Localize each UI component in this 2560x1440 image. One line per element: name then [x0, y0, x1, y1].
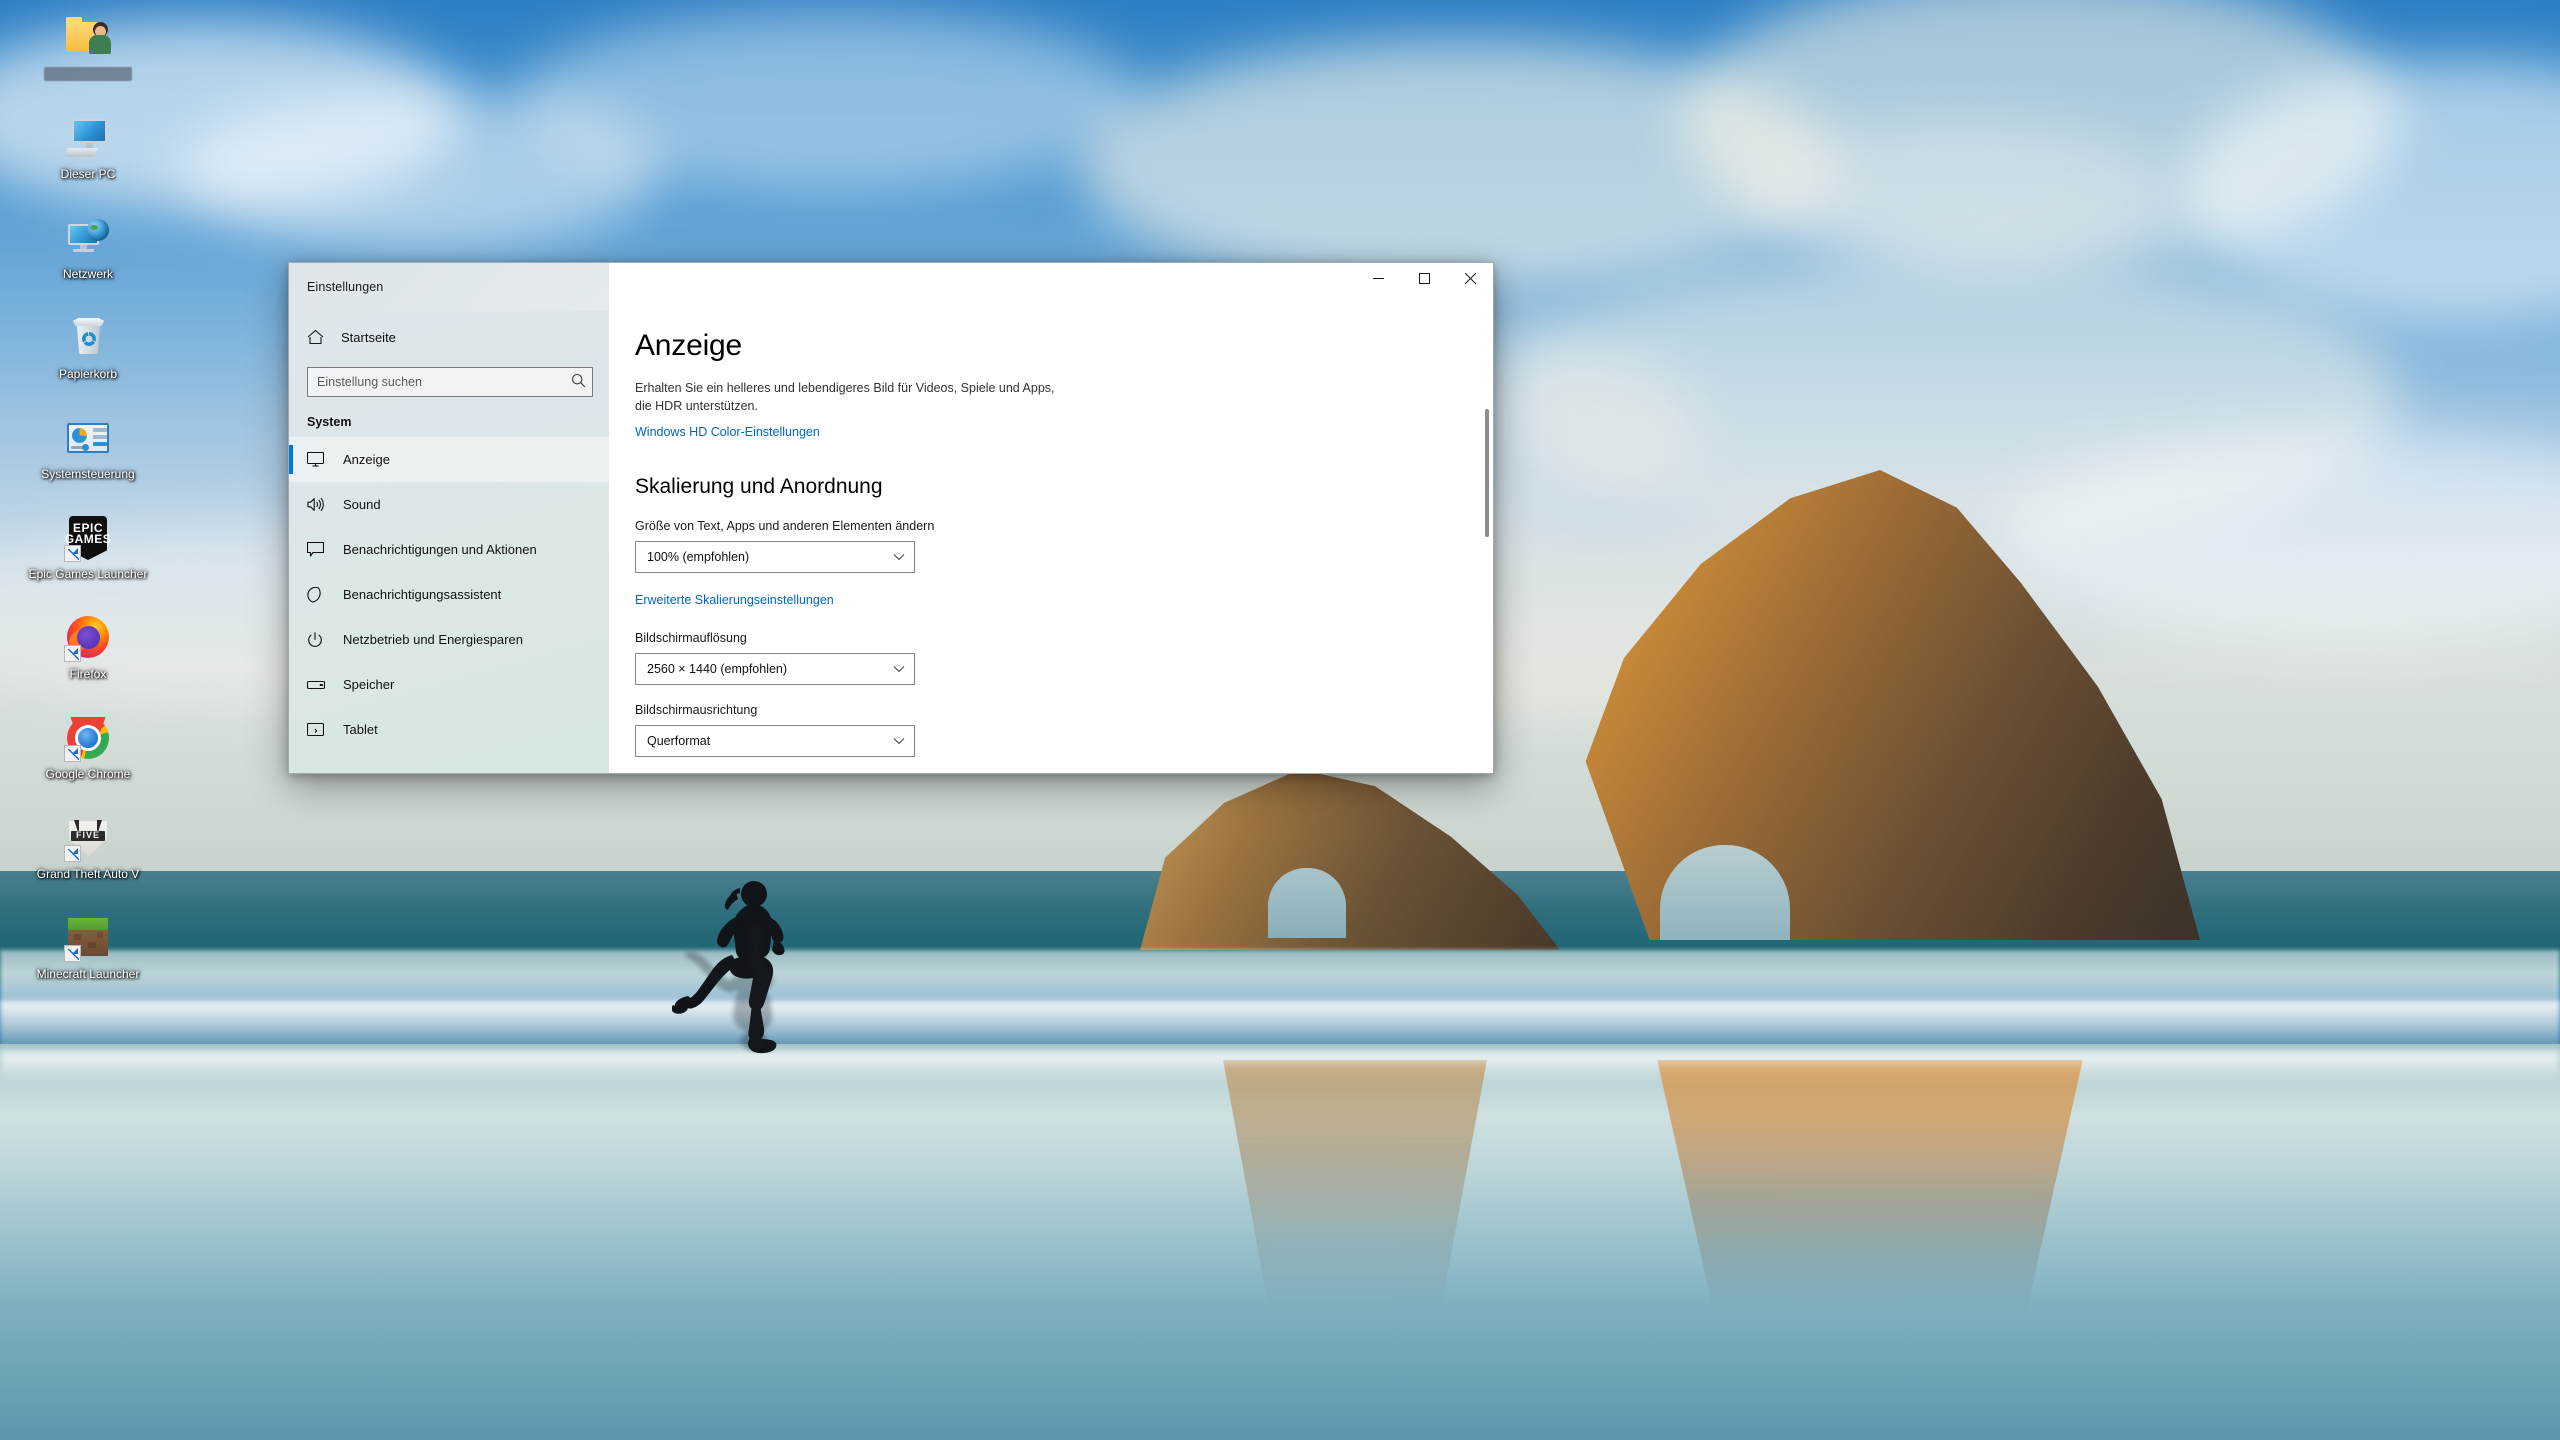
network-icon	[64, 214, 112, 262]
scaling-section-heading: Skalierung und Anordnung	[635, 475, 883, 498]
sidebar-item-label: Netzbetrieb und Energiesparen	[343, 632, 523, 647]
desktop-icon-google-chrome[interactable]: Google Chrome	[22, 708, 154, 808]
maximize-button[interactable]	[1401, 263, 1447, 294]
sidebar-item-anzeige[interactable]: Anzeige	[289, 437, 609, 482]
advanced-scaling-settings-link[interactable]: Erweiterte Skalierungseinstellungen	[635, 593, 834, 607]
home-icon	[307, 329, 337, 345]
sidebar-item-label: Speicher	[343, 677, 395, 692]
sidebar-item-label: Startseite	[341, 329, 396, 345]
desktop-icon-label: Epic Games Launcher	[28, 567, 148, 581]
orientation-value: Querformat	[647, 734, 711, 748]
power-icon	[307, 631, 339, 648]
close-button[interactable]	[1447, 263, 1493, 294]
desktop-icon-label: Firefox	[69, 667, 107, 681]
desktop-icon-label: Systemsteuerung	[41, 467, 135, 481]
desktop-icon-firefox[interactable]: Firefox	[22, 608, 154, 708]
desktop: Dieser PC Netzwerk Papierkorb Systemsteu…	[0, 0, 2560, 1440]
window-controls	[609, 263, 1493, 311]
sidebar-item-home[interactable]: Startseite	[289, 317, 609, 357]
sidebar-item-sound[interactable]: Sound	[289, 482, 609, 527]
settings-sidebar: Startseite System	[289, 311, 609, 773]
speaker-icon	[307, 497, 339, 512]
desktop-icon-label: Netzwerk	[62, 267, 113, 281]
desktop-icon-network[interactable]: Netzwerk	[22, 208, 154, 308]
firefox-icon	[64, 614, 112, 662]
sidebar-item-label: Anzeige	[343, 452, 390, 467]
shortcut-arrow-icon	[64, 545, 81, 562]
sidebar-item-benachrichtigungen-und-aktionen[interactable]: Benachrichtigungen und Aktionen	[289, 527, 609, 572]
search-input[interactable]	[307, 367, 593, 397]
desktop-icon-recycle-bin[interactable]: Papierkorb	[22, 308, 154, 408]
desktop-icon-epic-games-launcher[interactable]: EPIC GAMES Epic Games Launcher	[22, 508, 154, 608]
storage-icon	[307, 680, 339, 690]
hdr-description: Erhalten Sie ein helleres und lebendiger…	[635, 381, 1055, 413]
sidebar-item-label: Benachrichtigungsassistent	[343, 587, 502, 602]
desktop-icon-grid: Dieser PC Netzwerk Papierkorb Systemsteu…	[22, 8, 154, 1008]
shortcut-arrow-icon	[64, 645, 81, 662]
sidebar-item-label: Tablet	[343, 722, 378, 737]
wallpaper-rock-arch-secondary	[1268, 868, 1346, 938]
minecraft-icon	[64, 914, 112, 962]
content-scrollbar[interactable]	[1485, 383, 1489, 773]
this-pc-icon	[64, 114, 112, 162]
desktop-icon-label: Grand Theft Auto V	[36, 867, 140, 881]
page-title: Anzeige	[635, 329, 743, 362]
chevron-down-icon	[893, 665, 905, 673]
desktop-icon-control-panel[interactable]: Systemsteuerung	[22, 408, 154, 508]
sidebar-item-netzbetrieb-und-energiesparen[interactable]: Netzbetrieb und Energiesparen	[289, 617, 609, 662]
shortcut-arrow-icon	[64, 745, 81, 762]
shortcut-arrow-icon	[64, 845, 81, 862]
windows-hd-color-settings-link[interactable]: Windows HD Color-Einstellungen	[635, 425, 820, 439]
sidebar-item-label: Sound	[343, 497, 381, 512]
desktop-icon-minecraft-launcher[interactable]: Minecraft Launcher	[22, 908, 154, 1008]
desktop-icon-user-folder[interactable]	[22, 8, 154, 108]
orientation-label: Bildschirmausrichtung	[635, 703, 758, 717]
titlebar-left-region[interactable]: Einstellungen	[289, 263, 609, 311]
scale-value: 100% (empfohlen)	[647, 550, 750, 564]
window-titlebar[interactable]: Einstellungen	[289, 263, 1493, 311]
settings-content: Anzeige Erhalten Sie ein helleres und le…	[609, 311, 1493, 773]
desktop-icon-label	[44, 67, 132, 81]
control-panel-icon	[64, 414, 112, 462]
resolution-value: 2560 × 1440 (empfohlen)	[647, 662, 788, 676]
wallpaper-runner-reflection	[672, 910, 822, 1058]
moon-icon	[307, 586, 339, 603]
resolution-label: Bildschirmauflösung	[635, 631, 747, 645]
desktop-icon-grand-theft-auto-v[interactable]: FIVE Grand Theft Auto V	[22, 808, 154, 908]
sidebar-section-title: System	[307, 415, 352, 429]
sidebar-item-benachrichtigungsassistent[interactable]: Benachrichtigungsassistent	[289, 572, 609, 617]
chrome-icon	[64, 714, 112, 762]
desktop-icon-label: Minecraft Launcher	[36, 967, 140, 981]
chevron-down-icon	[893, 737, 905, 745]
monitor-icon	[307, 452, 339, 467]
desktop-icon-label: Papierkorb	[58, 367, 118, 381]
gta-v-icon: FIVE	[64, 814, 112, 862]
desktop-icon-this-pc[interactable]: Dieser PC	[22, 108, 154, 208]
sidebar-item-speicher[interactable]: Speicher	[289, 662, 609, 707]
desktop-icon-label: Dieser PC	[60, 167, 116, 181]
minimize-button[interactable]	[1355, 263, 1401, 294]
scale-dropdown[interactable]: 100% (empfohlen)	[635, 541, 915, 573]
search-box[interactable]	[307, 367, 593, 397]
chevron-down-icon	[893, 553, 905, 561]
settings-window: Einstellungen Startseite Einstellung suc…	[288, 262, 1494, 774]
window-title: Einstellungen	[307, 280, 384, 294]
scale-label: Größe von Text, Apps und anderen Element…	[635, 519, 935, 533]
window-body: Startseite System	[289, 311, 1493, 773]
shortcut-arrow-icon	[64, 945, 81, 962]
resolution-dropdown[interactable]: 2560 × 1440 (empfohlen)	[635, 653, 915, 685]
notification-icon	[307, 542, 339, 557]
orientation-dropdown[interactable]: Querformat	[635, 725, 915, 757]
recycle-bin-icon	[64, 314, 112, 362]
sidebar-item-label: Benachrichtigungen und Aktionen	[343, 542, 537, 557]
epic-games-icon: EPIC GAMES	[64, 514, 112, 562]
scrollbar-thumb[interactable]	[1485, 409, 1489, 537]
sidebar-item-tablet[interactable]: Tablet	[289, 707, 609, 752]
user-folder-icon	[64, 14, 112, 62]
desktop-icon-label: Google Chrome	[45, 767, 131, 781]
tablet-icon	[307, 722, 339, 737]
